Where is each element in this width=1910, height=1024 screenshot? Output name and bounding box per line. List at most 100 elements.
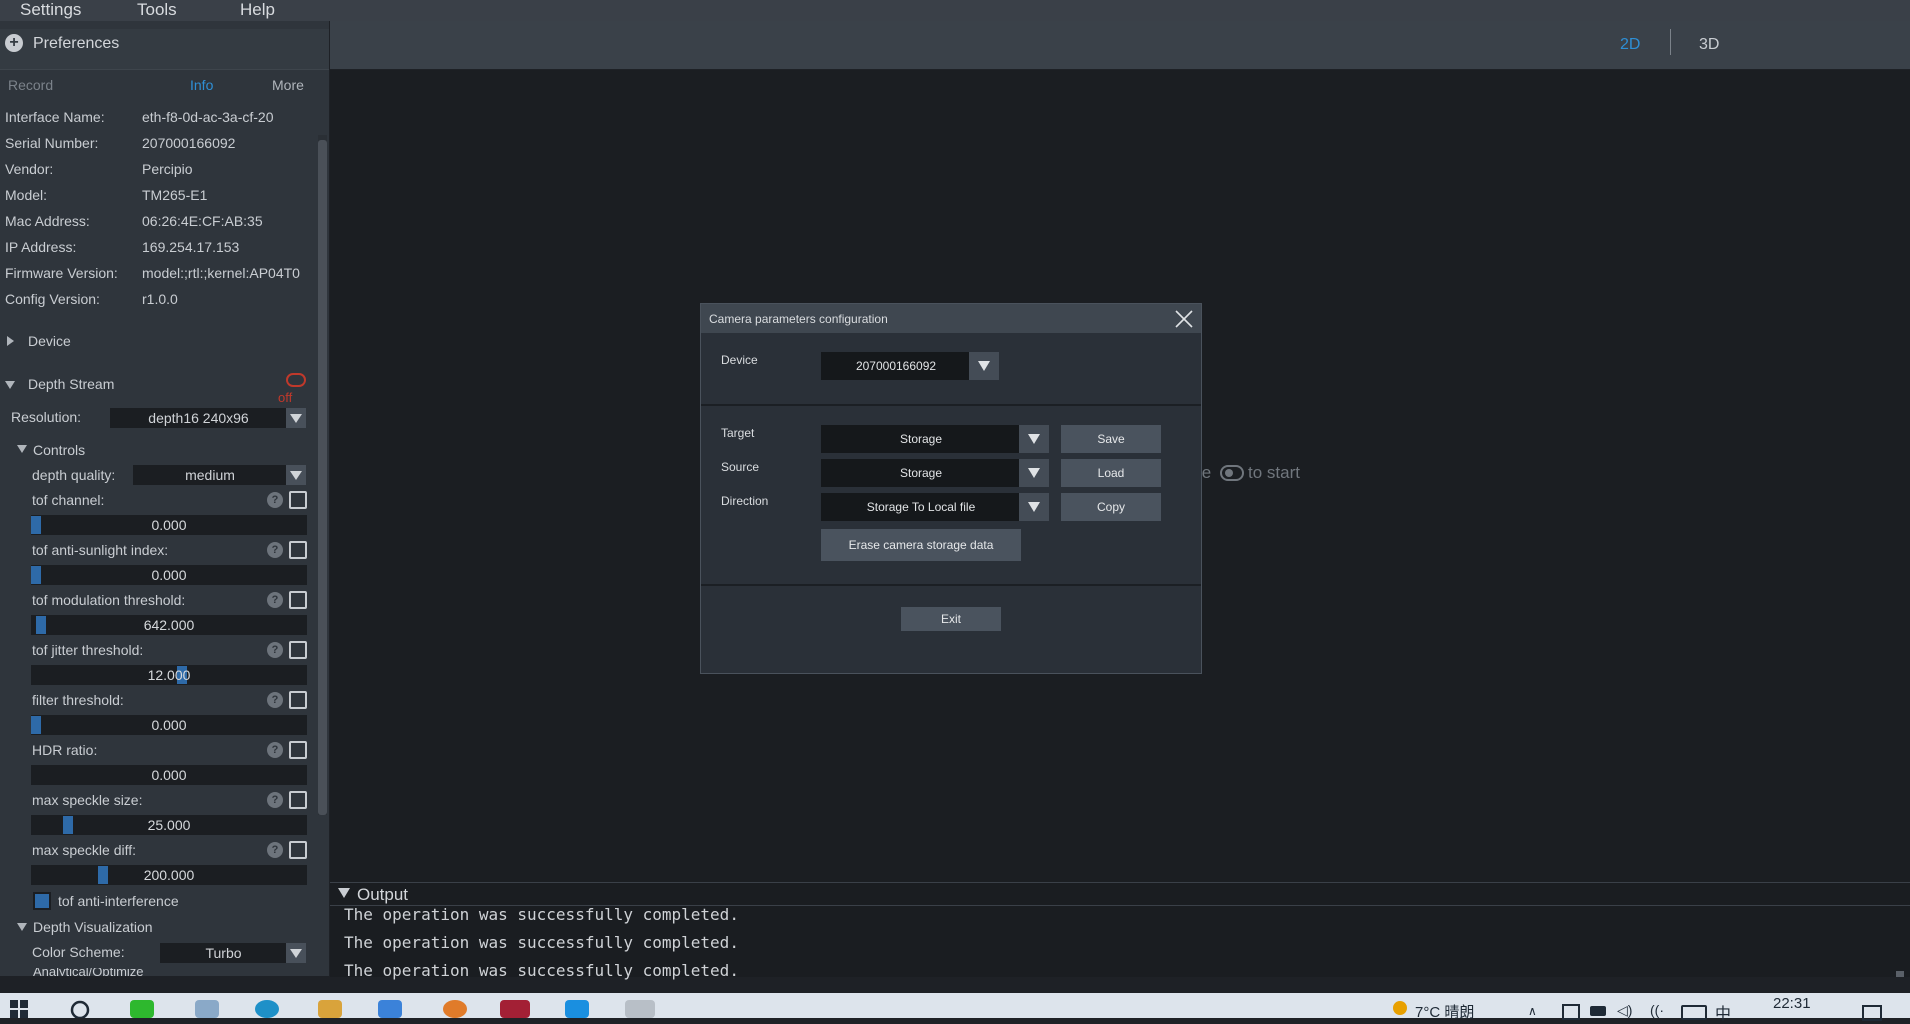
help-icon[interactable]: ?: [267, 792, 283, 808]
help-icon[interactable]: ?: [267, 742, 283, 758]
dropdown-arrow-icon[interactable]: [286, 465, 306, 485]
control-slider[interactable]: 25.000: [31, 815, 307, 835]
acrobat-icon[interactable]: [500, 1000, 530, 1018]
weather-text[interactable]: 7°C 晴朗: [1415, 1001, 1474, 1022]
control-label: tof channel:: [32, 492, 105, 508]
folder-icon[interactable]: [318, 1000, 342, 1018]
control-label: tof anti-sunlight index:: [32, 542, 169, 558]
control-slider[interactable]: 642.000: [31, 615, 307, 635]
help-icon[interactable]: ?: [267, 692, 283, 708]
dropdown-arrow-icon[interactable]: [1019, 493, 1049, 521]
control-slider[interactable]: 0.000: [31, 715, 307, 735]
anti-interference-label: tof anti-interference: [58, 893, 179, 909]
edit-icon[interactable]: [289, 791, 307, 809]
control-slider[interactable]: 0.000: [31, 765, 307, 785]
tab-record[interactable]: Record: [8, 77, 53, 93]
control-value: 0.000: [151, 767, 187, 783]
weather-moon-icon: [1393, 1001, 1407, 1015]
collapse-arrow-icon[interactable]: [338, 888, 350, 898]
copy-button[interactable]: Copy: [1061, 493, 1161, 521]
edit-icon[interactable]: [289, 641, 307, 659]
load-button[interactable]: Load: [1061, 459, 1161, 487]
stream-toggle-icon[interactable]: [286, 373, 306, 387]
collapse-arrow-icon[interactable]: [5, 381, 15, 389]
output-title[interactable]: Output: [357, 885, 408, 905]
menu-tools[interactable]: Tools: [137, 0, 177, 19]
help-icon[interactable]: ?: [267, 592, 283, 608]
color-scheme-select[interactable]: Turbo: [160, 943, 287, 963]
save-button[interactable]: Save: [1061, 425, 1161, 453]
browser-icon[interactable]: [255, 1000, 279, 1018]
search-icon[interactable]: [70, 1000, 92, 1018]
expand-arrow-icon[interactable]: [7, 336, 14, 346]
menu-help[interactable]: Help: [240, 0, 275, 19]
preferences-header[interactable]: + Preferences: [0, 29, 329, 70]
messenger-icon[interactable]: [565, 1000, 589, 1018]
notification-icon[interactable]: [1862, 1005, 1882, 1021]
direction-select[interactable]: Storage To Local file: [821, 493, 1021, 521]
depth-stream-header[interactable]: Depth Stream: [28, 376, 114, 392]
erase-storage-button[interactable]: Erase camera storage data: [821, 529, 1021, 561]
controls-header[interactable]: Controls: [33, 442, 85, 458]
collapse-arrow-icon[interactable]: [17, 445, 27, 453]
tray-chevron-icon[interactable]: ∧: [1528, 1004, 1537, 1018]
add-circle-icon[interactable]: +: [5, 34, 23, 52]
edit-icon[interactable]: [289, 741, 307, 759]
edit-icon[interactable]: [289, 841, 307, 859]
dropdown-arrow-icon[interactable]: [286, 408, 306, 428]
stream-state: off: [278, 390, 293, 405]
output-line: The operation was successfully completed…: [344, 933, 739, 952]
edit-icon[interactable]: [289, 541, 307, 559]
help-icon[interactable]: ?: [267, 492, 283, 508]
dropdown-arrow-icon[interactable]: [1019, 425, 1049, 453]
media-app-icon[interactable]: [443, 1000, 467, 1018]
screenshot-app-icon[interactable]: [625, 1000, 655, 1018]
word-app-icon[interactable]: [378, 1000, 402, 1018]
exit-button[interactable]: Exit: [901, 607, 1001, 631]
menu-settings[interactable]: Settings: [20, 0, 81, 19]
info-value: TM265-E1: [142, 187, 208, 203]
control-slider[interactable]: 12.000: [31, 665, 307, 685]
battery-icon[interactable]: [1590, 1006, 1606, 1016]
tab-2d[interactable]: 2D: [1620, 36, 1640, 54]
notes-app-icon[interactable]: [195, 1000, 219, 1018]
scrollbar-thumb[interactable]: [318, 140, 327, 815]
close-icon[interactable]: [1175, 310, 1193, 328]
clock-time[interactable]: 22:31: [1773, 995, 1811, 1012]
control-slider[interactable]: 200.000: [31, 865, 307, 885]
dropdown-arrow-icon[interactable]: [1019, 459, 1049, 487]
control-slider[interactable]: 0.000: [31, 565, 307, 585]
dropdown-arrow-icon[interactable]: [969, 352, 999, 380]
tab-3d[interactable]: 3D: [1699, 36, 1719, 54]
volume-icon[interactable]: ◁): [1617, 1002, 1632, 1019]
source-select[interactable]: Storage: [821, 459, 1021, 487]
resolution-select[interactable]: depth16 240x96: [110, 408, 287, 428]
device-section-header[interactable]: Device: [28, 333, 71, 349]
dropdown-arrow-icon[interactable]: [286, 943, 306, 963]
depth-visualization-header[interactable]: Depth Visualization: [33, 919, 153, 935]
target-select[interactable]: Storage: [821, 425, 1021, 453]
anti-interference-checkbox[interactable]: [33, 892, 51, 910]
tab-more[interactable]: More: [272, 77, 304, 93]
ime-indicator[interactable]: 中: [1715, 1000, 1731, 1024]
dialog-divider: [701, 584, 1201, 586]
help-icon[interactable]: ?: [267, 642, 283, 658]
tab-divider: [1670, 29, 1671, 55]
info-value: model:;rtl:;kernel:AP04T0: [142, 265, 300, 281]
edit-icon[interactable]: [289, 691, 307, 709]
wifi-icon[interactable]: ((·: [1650, 1002, 1664, 1018]
help-icon[interactable]: ?: [267, 842, 283, 858]
edit-icon[interactable]: [289, 591, 307, 609]
windows-start-icon[interactable]: [10, 1000, 28, 1018]
collapse-arrow-icon[interactable]: [17, 923, 27, 931]
dialog-titlebar[interactable]: Camera parameters configuration: [701, 304, 1201, 333]
edit-icon[interactable]: [289, 491, 307, 509]
wechat-icon[interactable]: [130, 1000, 154, 1018]
control-slider[interactable]: 0.000: [31, 515, 307, 535]
device-select[interactable]: 207000166092: [821, 352, 971, 380]
output-scroll-thumb[interactable]: [1896, 971, 1904, 977]
next-section-header[interactable]: Analytical/Optimize: [33, 968, 144, 976]
tab-info[interactable]: Info: [190, 77, 213, 93]
depth-quality-select[interactable]: medium: [133, 465, 287, 485]
help-icon[interactable]: ?: [267, 542, 283, 558]
